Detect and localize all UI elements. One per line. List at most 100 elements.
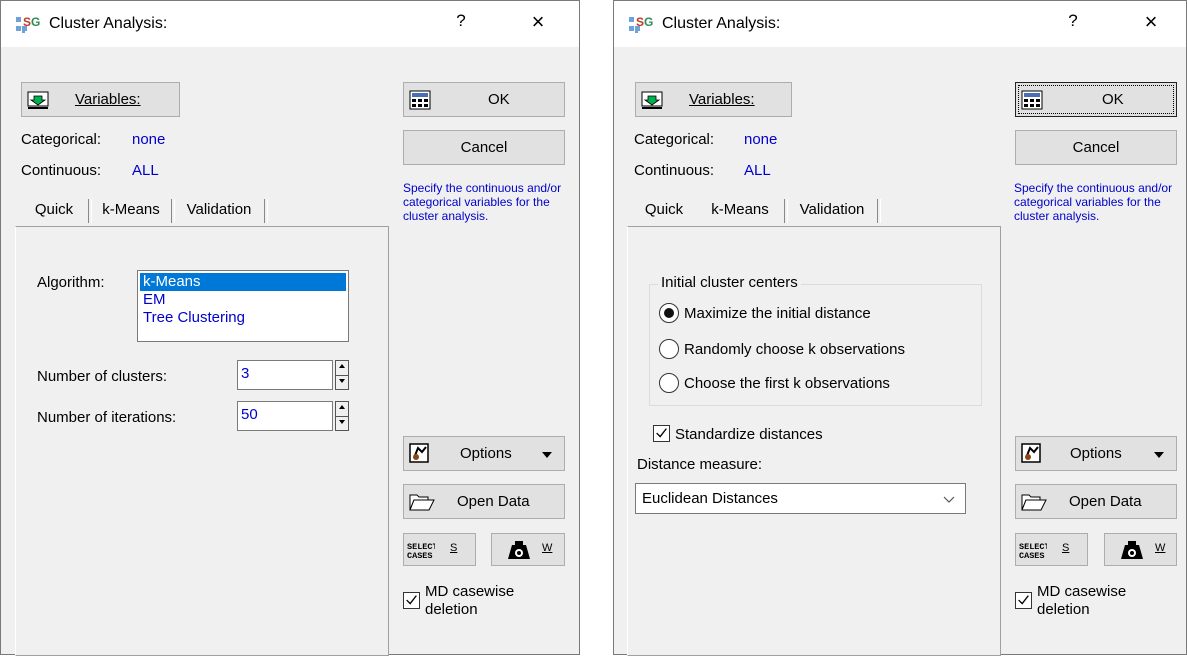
hint-text: Specify the continuous and/or categorica… (403, 181, 562, 223)
variables-button[interactable]: Variables: (635, 82, 792, 117)
cluster-analysis-dialog-quick: S G Cluster Analysis: ? × Variables: Cat… (0, 0, 580, 656)
title-bar: S G Cluster Analysis: ? × (614, 1, 1186, 47)
clusters-spinner[interactable] (335, 360, 349, 390)
tab-validation-label: Validation (186, 201, 252, 218)
iterations-input[interactable]: 50 (237, 401, 333, 431)
md-casewise-label-1: MD casewise (425, 583, 515, 600)
svg-text:G: G (31, 15, 40, 29)
radio-selected-dot-icon (664, 308, 674, 318)
hint-text: Specify the continuous and/or categorica… (1014, 181, 1173, 223)
tab-quick-label: Quick (644, 201, 684, 218)
app-icon: S G (16, 15, 40, 33)
help-button[interactable]: ? (1059, 11, 1087, 31)
cancel-button[interactable]: Cancel (1015, 130, 1177, 165)
select-cases-button[interactable]: SELECT CASES S (403, 533, 476, 566)
title-bar: S G Cluster Analysis: ? × (1, 1, 579, 47)
categorical-label: Categorical: (634, 131, 715, 148)
tab-quick[interactable]: Quick (21, 195, 87, 225)
options-label: Options (460, 445, 512, 462)
spin-up-icon[interactable] (336, 361, 348, 375)
close-button[interactable]: × (1136, 9, 1166, 35)
algorithm-option-em[interactable]: EM (140, 291, 346, 309)
close-button[interactable]: × (523, 9, 553, 35)
continuous-value[interactable]: ALL (132, 162, 159, 179)
select-cases-key: S (1062, 542, 1070, 554)
continuous-value[interactable]: ALL (744, 162, 771, 179)
ok-button[interactable]: OK (403, 82, 565, 117)
standardize-checkbox[interactable] (653, 425, 670, 442)
tab-divider (264, 199, 268, 223)
tab-kmeans-label: k-Means (711, 201, 769, 218)
options-button[interactable]: Options (1015, 436, 1177, 471)
svg-text:S: S (636, 15, 644, 29)
iterations-label: Number of iterations: (37, 409, 177, 426)
folder-open-icon (409, 494, 435, 511)
spin-down-icon[interactable] (336, 375, 348, 389)
tab-validation-label: Validation (799, 201, 865, 218)
weight-key: W (1155, 542, 1166, 554)
radio-first-k-label: Choose the first k observations (684, 375, 890, 392)
open-data-button[interactable]: Open Data (403, 484, 565, 519)
md-casewise-checkbox[interactable] (1015, 592, 1032, 609)
iterations-spinner[interactable] (335, 401, 349, 431)
chevron-down-icon (943, 496, 955, 503)
spin-down-icon[interactable] (336, 416, 348, 430)
continuous-label: Continuous: (634, 162, 715, 179)
select-cases-key: S (450, 542, 458, 554)
select-cases-icon: SELECT CASES (407, 542, 435, 560)
options-button[interactable]: Options (403, 436, 565, 471)
radio-first-k[interactable] (659, 373, 679, 393)
categorical-label: Categorical: (21, 131, 102, 148)
radio-maximize-label: Maximize the initial distance (684, 305, 871, 322)
tab-strip: Quick k-Means Validation (634, 195, 894, 225)
help-button[interactable]: ? (447, 11, 475, 31)
variables-icon (27, 91, 49, 109)
radio-random-label: Randomly choose k observations (684, 341, 905, 358)
tab-validation[interactable]: Validation (174, 195, 264, 225)
cluster-analysis-dialog-kmeans: S G Cluster Analysis: ? × Variables: Cat… (613, 0, 1187, 656)
weight-button[interactable]: W (1104, 533, 1177, 566)
distance-measure-value: Euclidean Distances (642, 490, 778, 507)
svg-text:G: G (644, 15, 653, 29)
options-dropdown-arrow-icon (1154, 452, 1164, 458)
categorical-value[interactable]: none (132, 131, 165, 148)
ok-calculator-icon (409, 90, 431, 110)
md-casewise-label-1: MD casewise (1037, 583, 1127, 600)
open-data-label: Open Data (1069, 493, 1142, 510)
categorical-value[interactable]: none (744, 131, 777, 148)
select-cases-button[interactable]: SELECT CASES S (1015, 533, 1088, 566)
weight-button[interactable]: W (491, 533, 565, 566)
spin-up-icon[interactable] (336, 402, 348, 416)
tab-strip: Quick k-Means Validation (21, 195, 281, 225)
folder-open-icon (1021, 494, 1047, 511)
md-casewise-checkbox[interactable] (403, 592, 420, 609)
cancel-button[interactable]: Cancel (403, 130, 565, 165)
dialog-title: Cluster Analysis: (662, 15, 781, 32)
svg-text:SELECTCASES: SELECT CASES (1019, 542, 1047, 560)
md-casewise-label-2: deletion (1037, 601, 1090, 618)
tab-kmeans[interactable]: k-Means (91, 195, 171, 225)
tab-kmeans-label: k-Means (102, 201, 160, 218)
variables-label: Variables: (75, 91, 141, 108)
ok-button[interactable]: OK (1015, 82, 1177, 117)
select-cases-icon: SELECT CASES (1019, 542, 1047, 560)
algorithm-option-kmeans[interactable]: k-Means (140, 273, 346, 291)
tab-quick-label: Quick (34, 201, 74, 218)
tab-divider (877, 199, 881, 223)
cancel-label: Cancel (460, 139, 508, 156)
variables-button[interactable]: Variables: (21, 82, 180, 117)
open-data-button[interactable]: Open Data (1015, 484, 1177, 519)
radio-maximize[interactable] (659, 303, 679, 323)
ok-label: OK (1102, 91, 1124, 108)
algorithm-option-tree-clustering[interactable]: Tree Clustering (140, 309, 346, 327)
clusters-label: Number of clusters: (37, 368, 168, 385)
algorithm-listbox[interactable]: k-Means EM Tree Clustering (137, 270, 349, 342)
distance-measure-select[interactable]: Euclidean Distances (635, 483, 966, 514)
clusters-input[interactable]: 3 (237, 360, 333, 390)
options-icon (409, 443, 429, 463)
tab-kmeans[interactable]: k-Means (696, 195, 784, 225)
tab-quick[interactable]: Quick (634, 195, 694, 225)
radio-random[interactable] (659, 339, 679, 359)
checkmark-icon (1018, 595, 1029, 605)
tab-validation[interactable]: Validation (787, 195, 877, 225)
